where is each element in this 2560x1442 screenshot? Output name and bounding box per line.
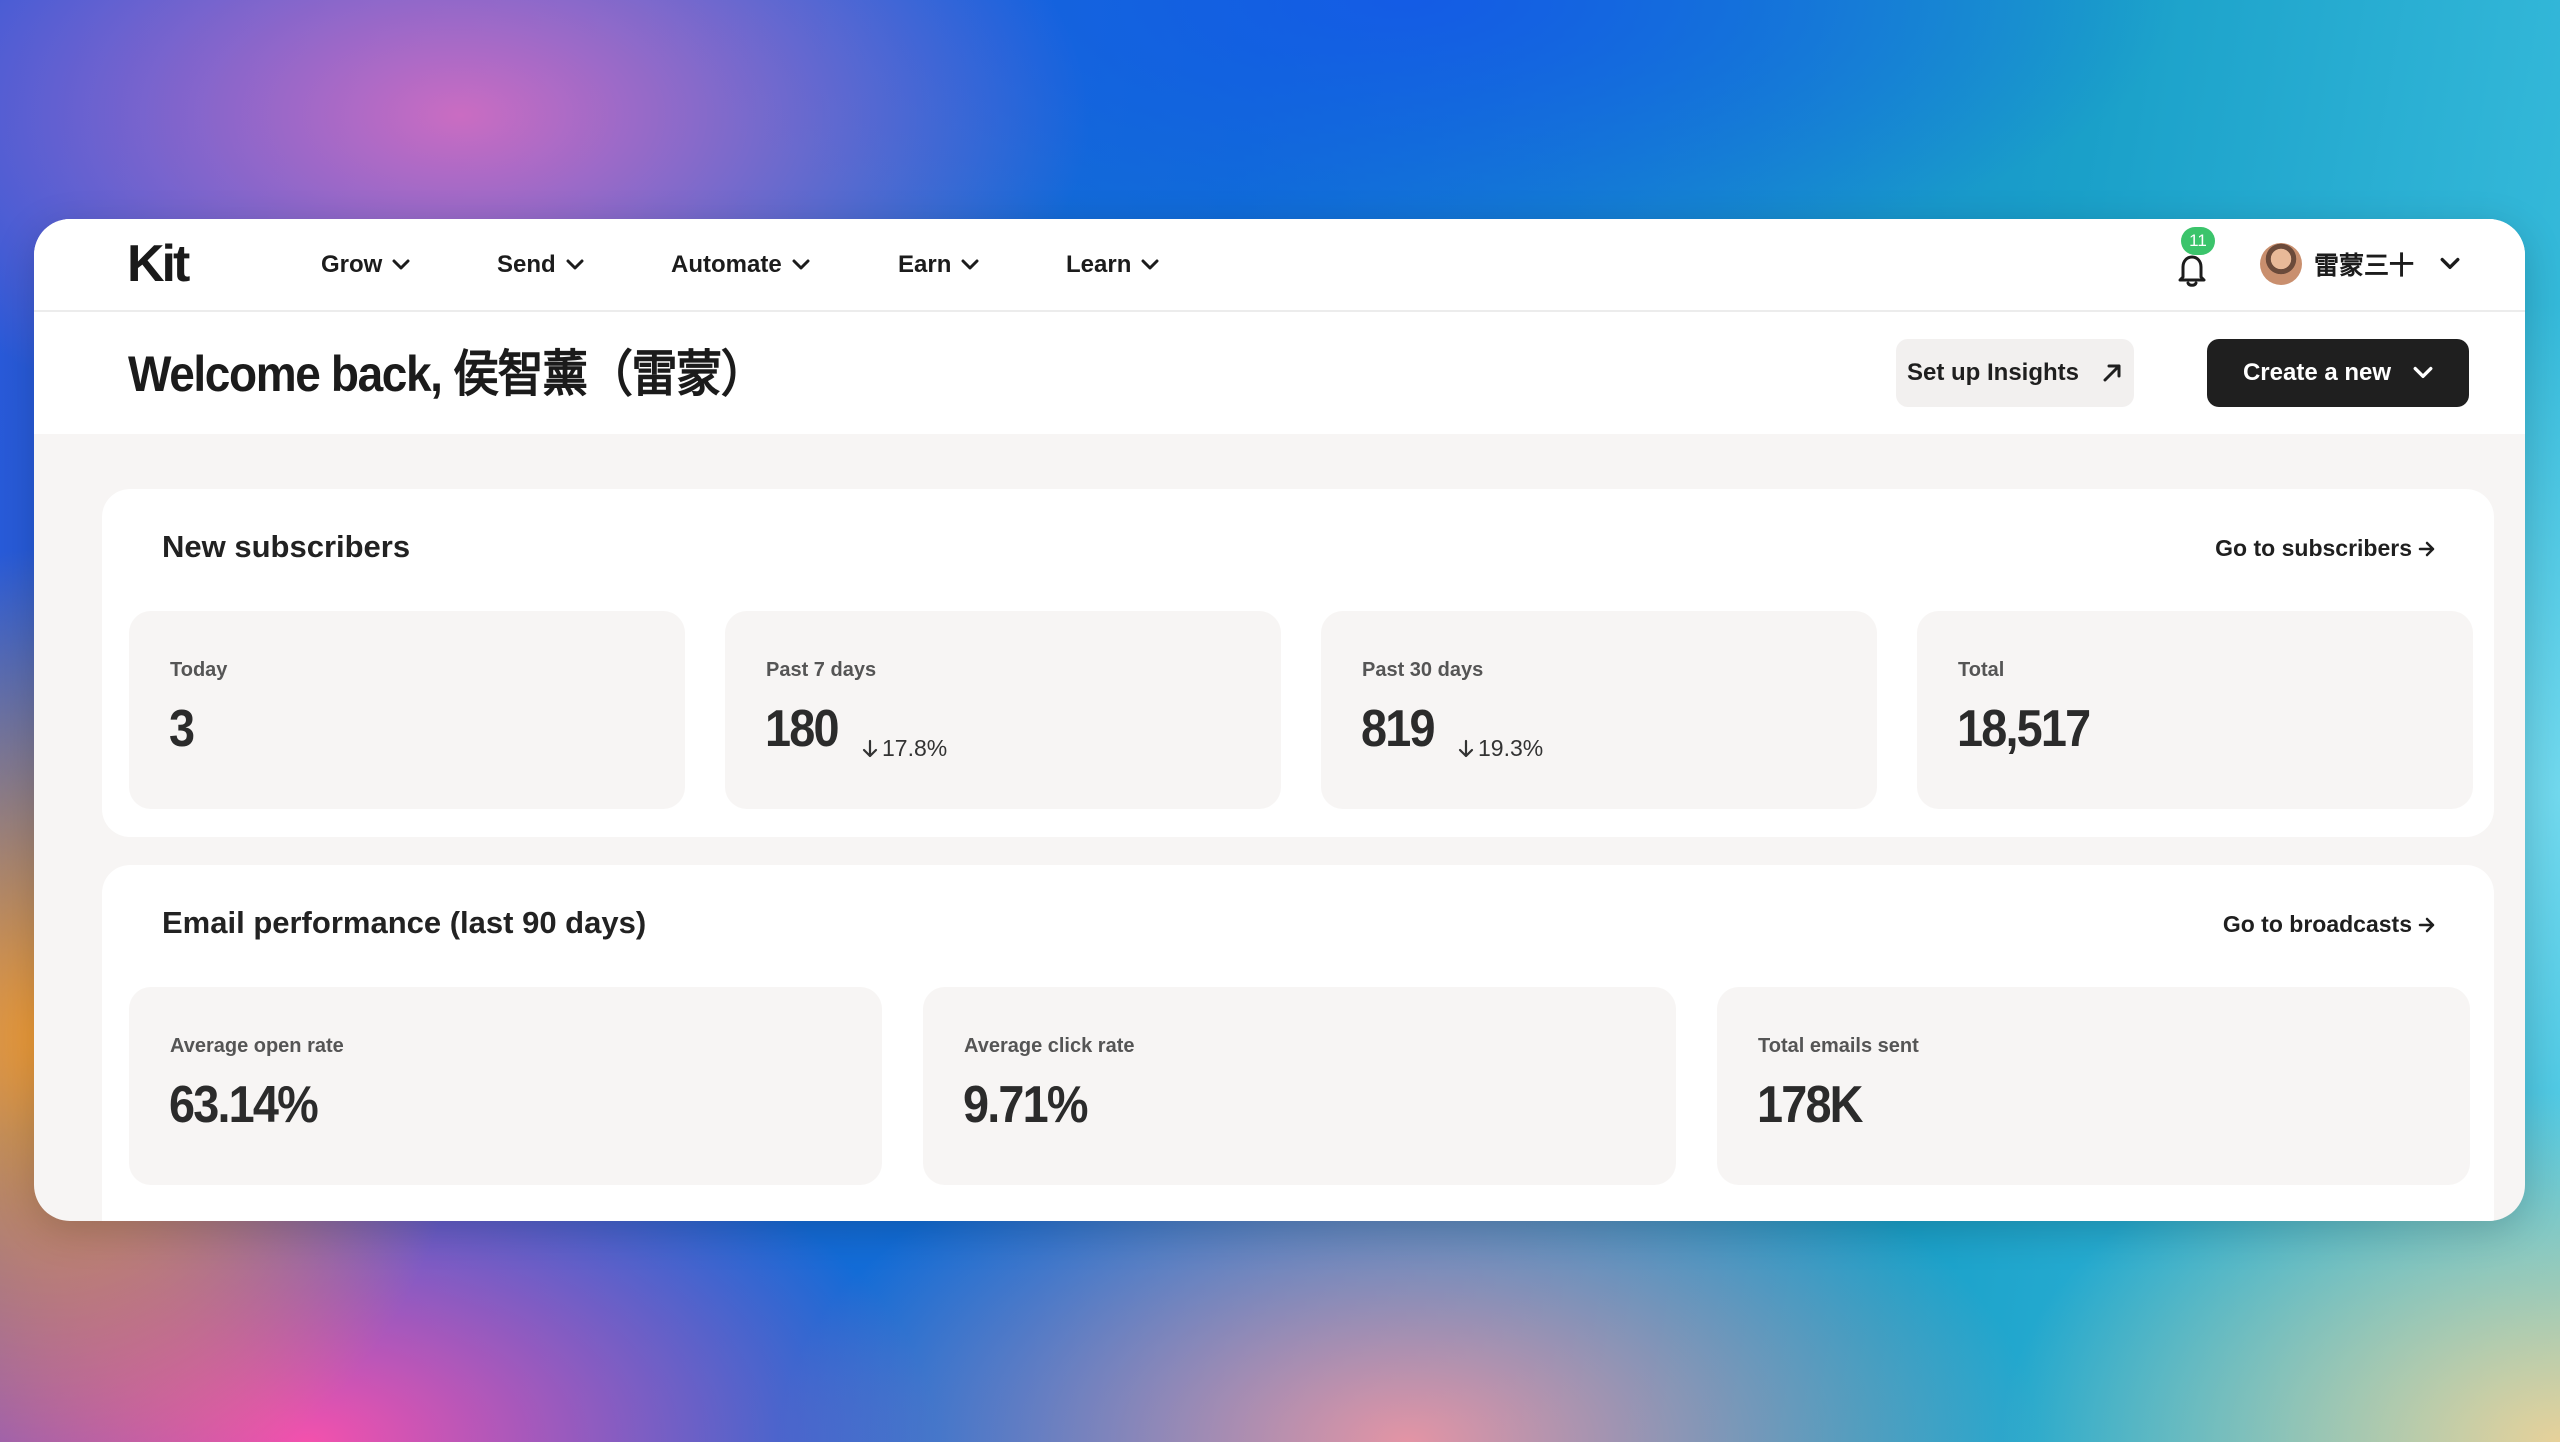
bell-icon (2178, 255, 2206, 287)
external-arrow-icon (2103, 364, 2121, 382)
stat-change: 19.3% (1457, 735, 1543, 762)
stat-emails-sent: Total emails sent 178K (1717, 987, 2470, 1185)
stat-label: Total (1958, 659, 2005, 681)
new-subscribers-card: New subscribers Go to subscribers Today … (102, 489, 2494, 837)
chevron-down-icon (566, 259, 584, 269)
avatar (2260, 243, 2302, 285)
nav-earn-label: Earn (898, 250, 952, 278)
new-subscribers-title: New subscribers (162, 529, 411, 564)
top-navbar: Kit Grow Send Automate Earn Learn 11 雷蒙三… (34, 219, 2525, 312)
page-header: Welcome back, 侯智薰（雷蒙） Set up Insights Cr… (34, 312, 2525, 434)
kit-logo[interactable]: Kit (127, 235, 223, 294)
stat-label: Total emails sent (1758, 1035, 1919, 1057)
nav-learn-label: Learn (1066, 250, 1132, 278)
stat-change-value: 17.8% (882, 735, 948, 761)
nav-earn[interactable]: Earn (898, 251, 1066, 279)
stat-label: Average open rate (170, 1035, 344, 1057)
stat-open-rate: Average open rate 63.14% (129, 987, 882, 1185)
chevron-down-icon (2413, 366, 2433, 378)
stat-label: Average click rate (964, 1035, 1135, 1057)
arrow-down-icon (1458, 739, 1474, 757)
stat-value: 18,517 (1957, 700, 2091, 758)
stat-value: 180 (765, 700, 839, 758)
stat-past-7-days: Past 7 days 180 17.8% (725, 611, 1281, 809)
go-to-broadcasts-link[interactable]: Go to broadcasts (2223, 911, 2436, 938)
stat-value: 3 (169, 700, 195, 758)
create-new-button[interactable]: Create a new (2207, 339, 2469, 407)
stat-total: Total 18,517 (1917, 611, 2473, 809)
go-to-broadcasts-label: Go to broadcasts (2222, 911, 2412, 937)
arrow-right-icon (2418, 541, 2435, 556)
stat-label: Today (170, 659, 228, 681)
chevron-down-icon (1141, 259, 1159, 269)
user-name: 雷蒙三十 (2314, 252, 2415, 280)
stat-today: Today 3 (129, 611, 685, 809)
go-to-subscribers-label: Go to subscribers (2215, 535, 2412, 561)
stat-value: 9.71% (963, 1076, 1089, 1134)
stat-value: 178K (1757, 1076, 1863, 1134)
create-new-label: Create a new (2242, 359, 2392, 386)
main-nav: Grow Send Automate Earn Learn (321, 219, 1176, 310)
notifications-button[interactable] (2172, 249, 2212, 289)
app-window: Kit Grow Send Automate Earn Learn 11 雷蒙三… (34, 219, 2525, 1221)
stat-past-30-days: Past 30 days 819 19.3% (1321, 611, 1877, 809)
arrow-down-icon (862, 739, 878, 757)
stat-value: 63.14% (169, 1076, 319, 1134)
email-performance-card: Email performance (last 90 days) Go to b… (102, 865, 2494, 1221)
stat-label: Past 30 days (1362, 659, 1484, 681)
arrow-right-icon (2418, 917, 2435, 932)
svg-text:Kit: Kit (127, 239, 190, 289)
nav-automate[interactable]: Automate (671, 251, 898, 279)
chevron-down-icon (392, 259, 410, 269)
stat-click-rate: Average click rate 9.71% (923, 987, 1676, 1185)
nav-grow-label: Grow (321, 250, 383, 278)
stat-change: 17.8% (861, 735, 947, 762)
user-menu[interactable]: 雷蒙三十 (2260, 241, 2460, 287)
stat-change-value: 19.3% (1478, 735, 1544, 761)
kit-logo-icon: Kit (127, 235, 193, 293)
nav-send[interactable]: Send (497, 251, 671, 279)
setup-insights-label: Set up Insights (1906, 359, 2079, 386)
notification-count-badge: 11 (2181, 227, 2215, 255)
go-to-subscribers-link[interactable]: Go to subscribers (2215, 535, 2436, 562)
stat-label: Past 7 days (766, 659, 877, 681)
nav-automate-label: Automate (671, 250, 782, 278)
chevron-down-icon (2440, 257, 2460, 269)
nav-grow[interactable]: Grow (321, 251, 497, 279)
nav-learn[interactable]: Learn (1066, 251, 1176, 279)
chevron-down-icon (792, 259, 810, 269)
setup-insights-button[interactable]: Set up Insights (1896, 339, 2134, 407)
nav-send-label: Send (497, 250, 556, 278)
page-title: Welcome back, 侯智薰（雷蒙） (128, 346, 767, 402)
email-performance-title: Email performance (last 90 days) (162, 905, 647, 940)
stat-value: 819 (1361, 700, 1435, 758)
chevron-down-icon (961, 259, 979, 269)
